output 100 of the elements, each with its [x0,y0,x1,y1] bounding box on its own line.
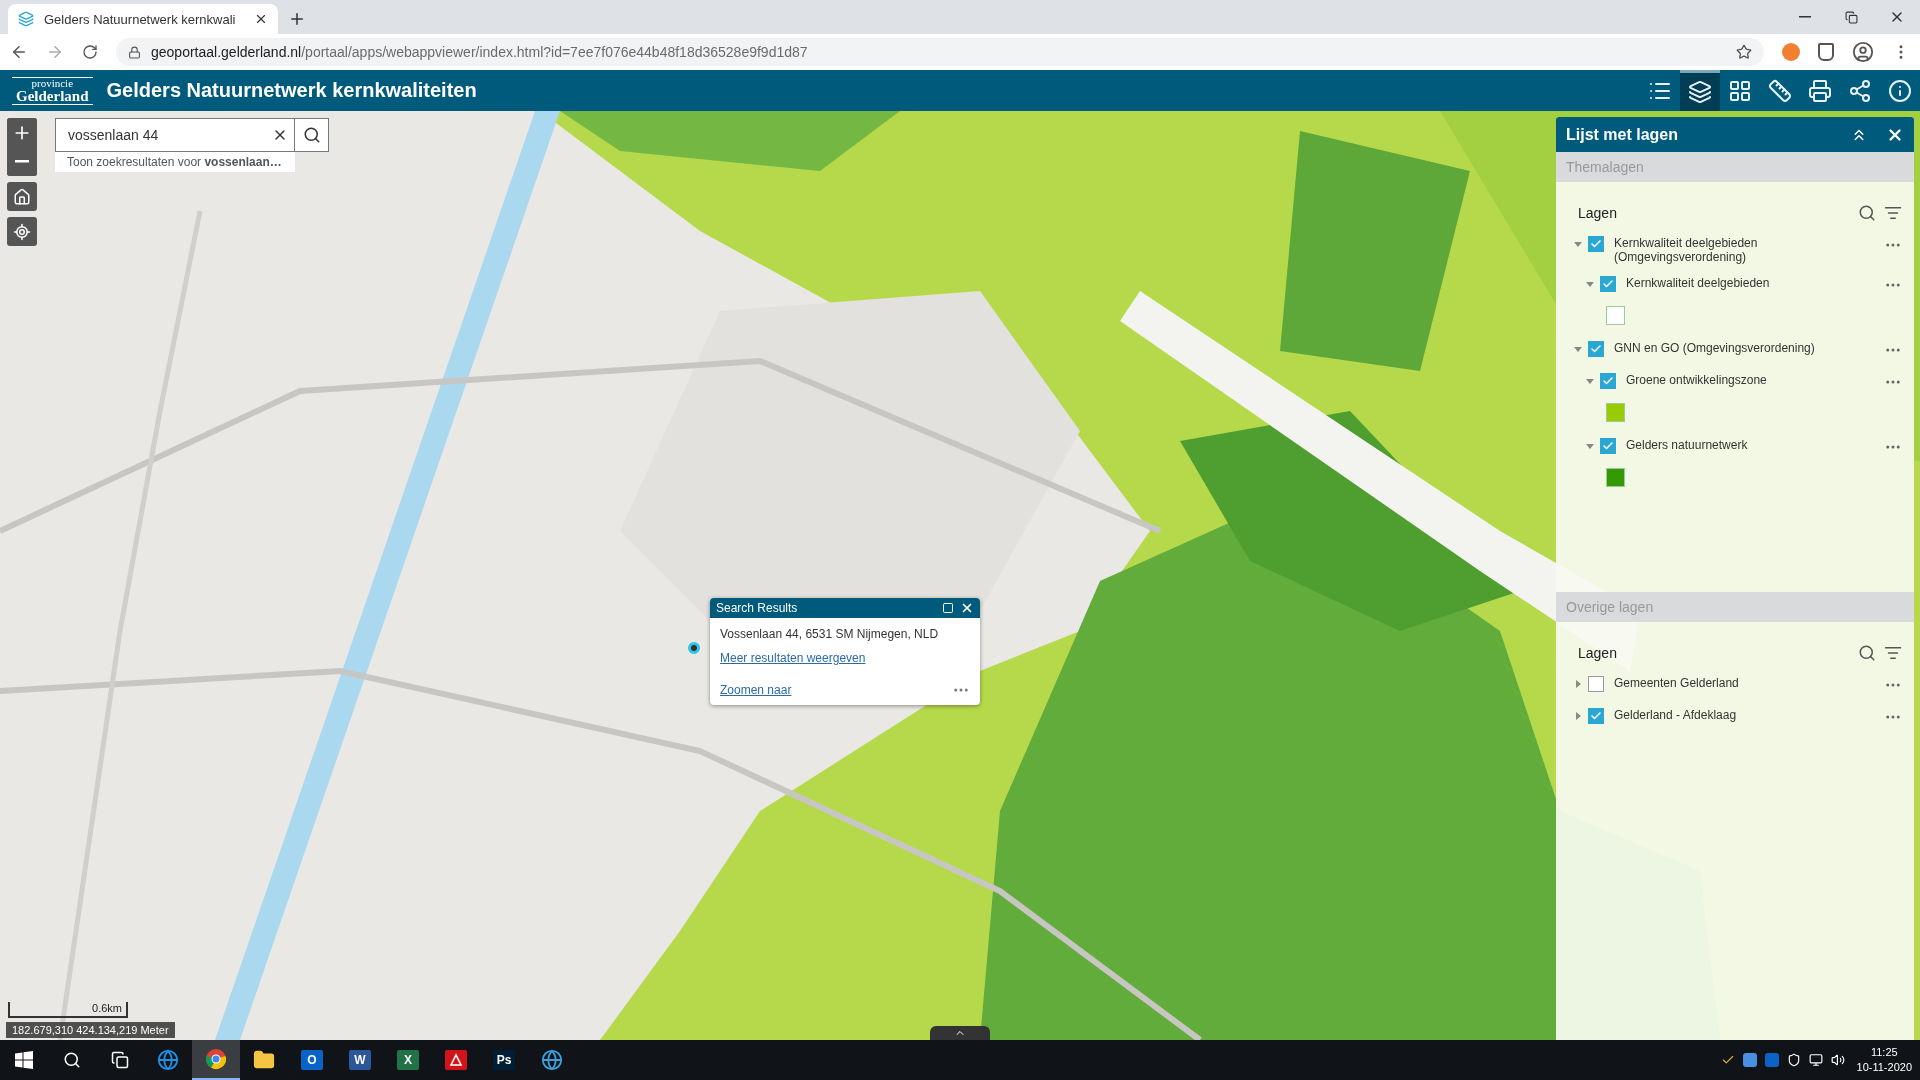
print-icon [1808,78,1832,103]
address-bar[interactable]: geoportaal.gelderland.nl/portaal/apps/webappviewer/index.html?id=7ee7f076e44b48f18d36528e9f9d1d87 [116,38,1764,66]
layer-checkbox[interactable] [1588,708,1604,724]
reload-icon[interactable] [82,44,98,60]
taskbar-app-button[interactable]: W [336,1040,384,1080]
layer-checkbox[interactable] [1588,676,1604,692]
extension-icon[interactable] [1818,43,1834,61]
search-button[interactable] [295,118,329,152]
clock[interactable]: 11:25 10-11-2020 [1852,1045,1912,1075]
browser-tab[interactable]: Gelders Natuurnetwerk kernkwali [8,4,278,34]
app-icon: X [397,1050,419,1070]
app-icon: Ps [493,1050,515,1070]
app-title: Gelders Natuurnetwerk kernkwaliteiten [106,79,477,102]
globe-icon [541,1049,563,1071]
back-icon[interactable] [10,43,28,61]
home-button[interactable] [7,182,37,211]
checkmark-icon [1590,343,1602,355]
layer-name: Gelderland - Afdeklaag [1613,708,1738,722]
expand-caret[interactable] [1586,377,1594,385]
layer-name: GNN en GO (Omgevingsverordening) [1613,341,1816,355]
tray-check-icon[interactable] [1720,1053,1735,1067]
layer-name: Kernkwaliteit deelgebieden (Omgevingsverordening) [1613,236,1759,264]
layers-heading: Lagen [1578,645,1618,661]
basemap-icon [1728,78,1752,103]
expand-caret[interactable] [1586,442,1594,450]
minus-icon [15,160,29,163]
maximize-icon[interactable] [942,602,954,614]
measure-icon [1768,78,1792,103]
task-view-icon [111,1051,129,1069]
search-icon [302,126,321,144]
share-icon [1848,78,1872,103]
expand-caret[interactable] [1586,280,1594,288]
close-icon[interactable] [254,12,268,26]
volume-icon[interactable] [1830,1053,1845,1067]
checkmark-icon [1590,238,1602,250]
layer-name: Gelders natuurnetwerk [1625,438,1749,452]
tray-icon[interactable] [1742,1053,1757,1067]
filter-icon[interactable] [1884,204,1902,222]
profile-icon[interactable] [1852,41,1874,63]
minimize-icon [1799,16,1811,18]
checkmark-icon [1602,375,1614,387]
filter-icon[interactable] [1884,644,1902,662]
crosshair-icon [13,222,31,241]
popup-title: Search Results [716,601,799,615]
folder-icon [253,1049,275,1071]
tab-title: Gelders Natuurnetwerk kernkwali [44,11,237,27]
panel-title: Lijst met lagen [1566,125,1680,144]
search-suggestion[interactable]: Toon zoekresultaten voor vossenlaan… [55,152,295,172]
checkmark-icon [1602,278,1614,290]
coordinates-readout: 182.679,310 424.134,219 Meter [6,1022,175,1038]
layer-name: Gemeenten Gelderland [1613,676,1740,690]
restore-icon [1844,10,1858,24]
checkmark-icon [1602,440,1614,452]
more-results-link[interactable]: Meer resultaten weergeven [720,651,970,665]
site-icon [18,11,34,27]
scale-bar: 0.6km [8,1002,128,1018]
layer-checkbox[interactable] [1600,438,1616,454]
new-tab-icon[interactable] [288,10,306,28]
layers-tool-button[interactable] [1680,70,1720,111]
section-heading: Overige lagen [1556,592,1914,622]
browser-icon [205,1048,227,1070]
layers-heading: Lagen [1578,205,1618,221]
tray-icon[interactable] [1764,1053,1779,1067]
expand-caret[interactable] [1574,680,1582,688]
layers-icon [1688,80,1712,104]
attribute-table-toggle[interactable] [930,1026,990,1040]
layer-checkbox[interactable] [1588,236,1604,252]
about-icon [1888,78,1912,103]
checkmark-icon [1590,710,1602,722]
search-icon[interactable] [1858,644,1876,662]
expand-caret[interactable] [1574,712,1582,720]
document-icon [445,1050,467,1070]
taskbar-app-button[interactable]: Ps [480,1040,528,1080]
search-field[interactable]: vossenlaan 44 [55,118,295,152]
search-icon [63,1051,81,1069]
layer-checkbox[interactable] [1588,341,1604,357]
expand-caret[interactable] [1574,240,1582,248]
section-heading: Themalagen [1556,152,1914,182]
monitor-icon[interactable] [1808,1053,1823,1067]
app-icon: W [349,1050,371,1070]
taskbar-app-button[interactable]: X [384,1040,432,1080]
expand-caret[interactable] [1574,345,1582,353]
result-address: Vossenlaan 44, 6531 SM Nijmegen, NLD [720,627,940,641]
app-icon: O [301,1050,323,1070]
taskbar-app-button[interactable] [192,1040,240,1080]
search-icon[interactable] [1858,204,1876,222]
lock-icon [128,45,141,59]
logo: provincie Gelderland [12,76,93,105]
close-icon[interactable] [960,601,974,615]
taskbar-app-button[interactable]: O [288,1040,336,1080]
home-icon [13,187,31,206]
layer-checkbox[interactable] [1600,276,1616,292]
layer-name: Groene ontwikkelingszone [1625,373,1768,387]
browser-icon [157,1049,179,1071]
layer-checkbox[interactable] [1600,373,1616,389]
windows-logo-icon [15,1051,33,1069]
locate-button[interactable] [7,217,37,246]
zoom-to-link[interactable]: Zoomen naar [720,683,792,697]
bookmark-star-icon[interactable] [1736,44,1752,60]
shield-icon[interactable] [1786,1053,1801,1067]
